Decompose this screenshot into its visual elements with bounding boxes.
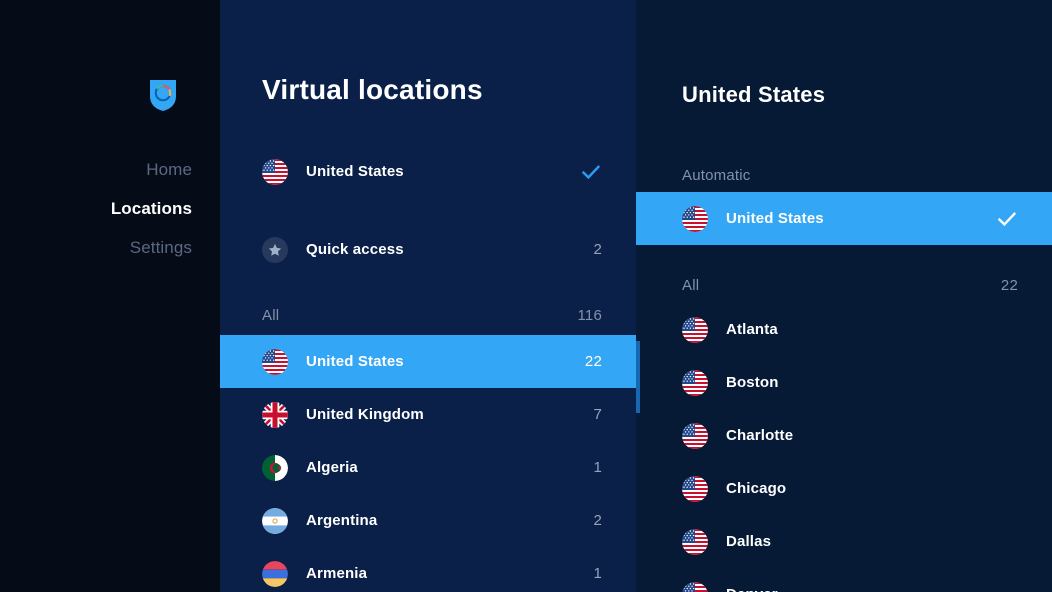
- all-countries-header: All 116: [220, 298, 636, 332]
- automatic-row-wrap: United States: [636, 192, 1052, 245]
- us-flag-icon: [262, 158, 288, 185]
- country-row[interactable]: Armenia 1: [220, 547, 636, 592]
- quick-access-count: 2: [593, 241, 602, 258]
- all-count: 22: [1000, 276, 1018, 294]
- country-label: United Kingdom: [306, 406, 424, 423]
- all-label: All: [682, 276, 700, 294]
- city-label: Charlotte: [726, 427, 794, 444]
- country-row[interactable]: Algeria 1: [220, 441, 636, 494]
- automatic-section-header: Automatic: [636, 158, 1052, 192]
- all-label: All: [262, 306, 280, 324]
- country-label: Argentina: [306, 512, 378, 529]
- quick-access-section: Quick access 2: [220, 223, 636, 276]
- all-cities-header: All 22: [636, 268, 1052, 302]
- sidebar-item-home[interactable]: Home: [0, 150, 192, 189]
- city-label: Atlanta: [726, 321, 778, 338]
- city-label: Boston: [726, 374, 779, 391]
- city-row[interactable]: Atlanta: [636, 303, 1052, 356]
- us-flag-icon: [682, 581, 708, 592]
- country-row[interactable]: United States 22: [220, 335, 636, 388]
- am-flag-icon: [262, 560, 288, 587]
- quick-access-row[interactable]: Quick access 2: [220, 223, 636, 276]
- country-list[interactable]: United States 22 United Kingdom 7 Algeria 1: [220, 335, 636, 592]
- country-count: 1: [593, 459, 602, 476]
- country-label: Algeria: [306, 459, 358, 476]
- sidebar: Home Locations Settings: [0, 0, 220, 592]
- current-location-section: United States: [220, 145, 636, 198]
- us-flag-icon: [682, 422, 708, 449]
- country-label: United States: [306, 353, 404, 370]
- dz-flag-icon: [262, 454, 288, 481]
- automatic-location-row[interactable]: United States: [636, 192, 1052, 245]
- us-flag-icon: [682, 475, 708, 502]
- section-header: Automatic: [636, 158, 1052, 192]
- city-row[interactable]: Boston: [636, 356, 1052, 409]
- automatic-label: Automatic: [682, 166, 751, 184]
- star-icon: [262, 236, 288, 263]
- country-count: 7: [593, 406, 602, 423]
- us-flag-icon: [682, 316, 708, 343]
- city-label: Denver: [726, 586, 1018, 592]
- city-list[interactable]: Atlanta Boston Charlotte Chicago Dallas: [636, 303, 1052, 592]
- current-location-row[interactable]: United States: [220, 145, 636, 198]
- city-row[interactable]: Denver: [636, 568, 1052, 592]
- automatic-location-label: United States: [726, 210, 824, 227]
- current-location-label: United States: [306, 163, 404, 180]
- quick-access-label: Quick access: [306, 241, 404, 258]
- us-flag-icon: [262, 348, 288, 375]
- city-row[interactable]: Chicago: [636, 462, 1052, 515]
- check-icon: [996, 208, 1018, 230]
- us-flag-icon: [682, 528, 708, 555]
- city-label: Chicago: [726, 480, 787, 497]
- all-count: 116: [577, 306, 602, 324]
- sidebar-nav: Home Locations Settings: [0, 150, 220, 267]
- country-detail-panel: United States Automatic United States Al…: [636, 0, 1052, 592]
- app-window: Home Locations Settings Virtual location…: [0, 0, 1052, 592]
- gb-flag-icon: [262, 401, 288, 428]
- hotspot-shield-logo: [148, 78, 178, 112]
- country-detail-title: United States: [682, 82, 826, 107]
- sidebar-item-locations[interactable]: Locations: [0, 189, 192, 228]
- country-row[interactable]: Argentina 2: [220, 494, 636, 547]
- page-title: Virtual locations: [262, 74, 483, 105]
- city-row[interactable]: Dallas: [636, 515, 1052, 568]
- virtual-locations-panel: Virtual locations United States Quick ac…: [220, 0, 636, 592]
- section-header: All 22: [636, 268, 1052, 302]
- us-flag-icon: [682, 205, 708, 232]
- country-count: 2: [593, 512, 602, 529]
- country-label: Armenia: [306, 565, 368, 582]
- country-count: 22: [584, 353, 602, 370]
- ar-flag-icon: [262, 507, 288, 534]
- country-row[interactable]: United Kingdom 7: [220, 388, 636, 441]
- country-count: 1: [593, 565, 602, 582]
- section-header: All 116: [220, 298, 636, 332]
- check-icon: [580, 161, 602, 183]
- city-label: Dallas: [726, 533, 772, 550]
- us-flag-icon: [682, 369, 708, 396]
- city-row[interactable]: Charlotte: [636, 409, 1052, 462]
- sidebar-item-settings[interactable]: Settings: [0, 228, 192, 267]
